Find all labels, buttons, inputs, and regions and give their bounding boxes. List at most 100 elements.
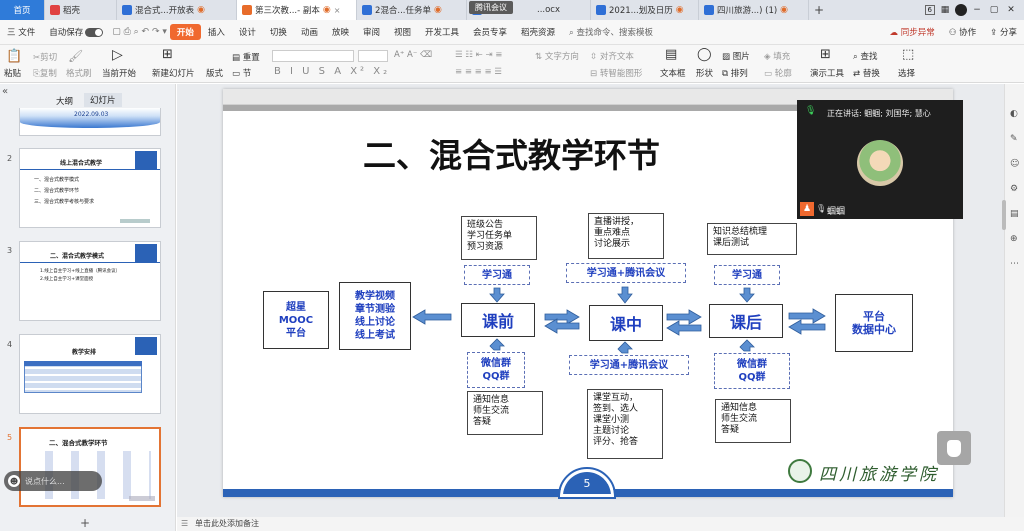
sidebar-icon-2[interactable]: ✎ [1010,134,1018,144]
word-icon [596,5,606,15]
sync-status[interactable]: ☁ 同步异常 [883,26,942,38]
tab-review[interactable]: 审阅 [356,26,387,38]
align-text-button[interactable]: ⇳ 对齐文本 [590,50,634,62]
font-name-select[interactable] [272,50,354,62]
shape-button[interactable]: 形状 [696,67,713,79]
cut-button[interactable]: ✂剪切 [33,51,57,63]
tab-start[interactable]: 开始 [169,24,201,40]
participant-mic-icon: 🎙 [816,204,827,213]
vertical-scrollbar[interactable] [1002,200,1006,230]
notes-bar[interactable]: ☰ 单击此处添加备注 [177,517,1024,531]
new-tab-button[interactable]: + [809,3,829,17]
fill-button[interactable]: ◈ 填充 [764,50,790,62]
tab-outline[interactable]: 大纲 [56,95,73,107]
replace-button[interactable]: ⇄ 替换 [853,67,880,79]
minimize-icon[interactable]: − [970,4,984,16]
layout-button[interactable]: 版式 [206,67,223,79]
shape-icon[interactable]: ◯ [697,47,712,62]
window-count-icon[interactable]: 6 [924,5,935,15]
tab-doc-2[interactable]: 2混合...任务单 ◉ [357,0,467,20]
tab-daoke[interactable]: 稻壳 [45,0,117,20]
smartart-button[interactable]: ⊟ 转智能图形 [590,67,642,79]
chat-input-overlay[interactable]: ☻ 说点什么... [4,471,102,491]
slide-thumb-2[interactable]: 线上混合式教学 一、混合式教学模式 二、混合式教学环节 三、混合式教学考核与要求 [19,148,161,228]
sidebar-icon-7[interactable]: ⋯ [1010,259,1019,269]
play-icon[interactable]: ▷ [112,47,123,63]
emoji-icon[interactable]: ☻ [8,475,20,487]
select-icon[interactable]: ⬚ [902,47,914,62]
sidebar-icon-3[interactable]: ☺ [1010,159,1019,169]
tab-doc-3[interactable]: ...ocx 腾讯会议 [467,0,591,20]
tab-insert[interactable]: 插入 [201,26,232,38]
collab-button[interactable]: ⚇ 协作 [942,26,983,38]
slide-thumb-4[interactable]: 教学安排 [19,334,161,414]
arrange-button[interactable]: ⧉ 排列 [722,67,748,79]
avatar[interactable] [955,4,967,16]
slide-thumb-1[interactable]: 2022.09.03 [19,108,161,136]
tab-presentation[interactable]: 第三次教...- 副本 ◉ × [237,0,357,20]
sidebar-icon-4[interactable]: ⚙ [1010,184,1018,194]
tab-transition[interactable]: 切换 [263,26,294,38]
slide-thumb-5[interactable]: 二、混合式教学环节 [19,427,161,507]
tab-doc-4[interactable]: 2021...划及日历 ◉ [591,0,699,20]
new-slide-icon[interactable]: ⊞ [162,47,173,62]
layout-icon[interactable]: ▦ [938,4,952,16]
floating-hand-button[interactable] [937,431,971,465]
font-size-select[interactable] [358,50,388,62]
meeting-video-window[interactable]: 🎙 正在讲话: 蝈蝈; 刘国华; 慧心 ♟ 🎙 蝈蝈 [797,100,963,219]
slide-thumb-3[interactable]: 二、混合式教学模式 1.线上自主学习+线上直播（腾讯会议） 2.线上自主学习+课… [19,241,161,321]
maximize-icon[interactable]: ▢ [987,4,1001,16]
tab-close-icon[interactable]: ◉ [676,5,684,15]
align-icons[interactable]: ≡ ≡ ≡ ≡ ☰ [455,67,502,77]
tab-member[interactable]: 会员专享 [466,26,514,38]
text-format-icons[interactable]: B I U S A X² X₂ [274,66,390,77]
tab-slides[interactable]: 幻灯片 [84,93,122,107]
tab-close-icon[interactable]: ◉ [434,5,442,15]
play-from-current-button[interactable]: 当前开始 [102,67,136,79]
copy-button[interactable]: ⎘复制 [33,67,57,79]
find-button[interactable]: ⌕ 查找 [853,50,877,62]
section-button[interactable]: ▭ 节 [232,67,251,79]
tab-close-icon[interactable]: ◉ [197,5,205,15]
font-size-adjust-icons[interactable]: A⁺ A⁻ ⌫ [394,50,432,60]
picture-button[interactable]: ▨ 图片 [722,50,750,62]
presentation-tool-icon[interactable]: ⊞ [820,47,831,62]
page-number: 5 [583,477,591,490]
tab-doc-5[interactable]: 四川旅游...) (1) ◉ [699,0,809,20]
close-icon[interactable]: ✕ [1004,4,1018,16]
tab-resources[interactable]: 稻壳资源 [514,26,562,38]
tab-design[interactable]: 设计 [232,26,263,38]
new-slide-button[interactable]: 新建幻灯片 [152,67,195,79]
format-painter-button[interactable]: 格式刷 [66,67,92,79]
textbox-icon[interactable]: ▤ [665,47,677,62]
meeting-overlay[interactable]: 腾讯会议 [469,1,513,14]
tab-developer[interactable]: 开发工具 [418,26,466,38]
tab-animation[interactable]: 动画 [294,26,325,38]
text-direction-button[interactable]: ⇅ 文字方向 [535,50,579,62]
textbox-button[interactable]: 文本框 [660,67,686,79]
list-icons[interactable]: ☰ ☷ ⇤ ⇥ ≡ [455,50,502,60]
tab-slideshow[interactable]: 放映 [325,26,356,38]
sidebar-icon-5[interactable]: ▤ [1010,209,1019,219]
add-slide-button[interactable]: + [80,516,90,530]
tab-close-icon[interactable]: ◉ [323,5,331,15]
command-search[interactable]: ⌕ 查找命令、搜索模板 [562,26,660,38]
select-button[interactable]: 选择 [898,67,915,79]
reset-button[interactable]: ▤ 重置 [232,51,260,63]
file-menu[interactable]: 三 文件 [0,26,42,38]
collapse-panel-icon[interactable]: « [2,86,8,97]
tab-view[interactable]: 视图 [387,26,418,38]
tab-close-icon[interactable]: ◉ [780,5,788,15]
sidebar-icon-6[interactable]: ⊕ [1010,234,1018,244]
presentation-tool-button[interactable]: 演示工具 [810,67,844,79]
tab-doc-1[interactable]: 混合式...开放表 ◉ [117,0,237,20]
outline-button[interactable]: ▭ 轮廓 [764,67,792,79]
share-button[interactable]: ⇪ 分享 [983,26,1024,38]
autosave-toggle[interactable] [85,27,104,37]
paste-button[interactable]: 粘贴 [4,67,21,79]
notes-placeholder[interactable]: 单击此处添加备注 [195,519,259,528]
tab-home[interactable]: 首页 [0,0,45,20]
sidebar-icon-1[interactable]: ◐ [1010,109,1018,119]
quick-access-icons[interactable]: ▢ ⎙ ⌕ ↶ ↷ ▾ [109,27,170,37]
paste-icon[interactable]: 📋 [6,49,22,64]
